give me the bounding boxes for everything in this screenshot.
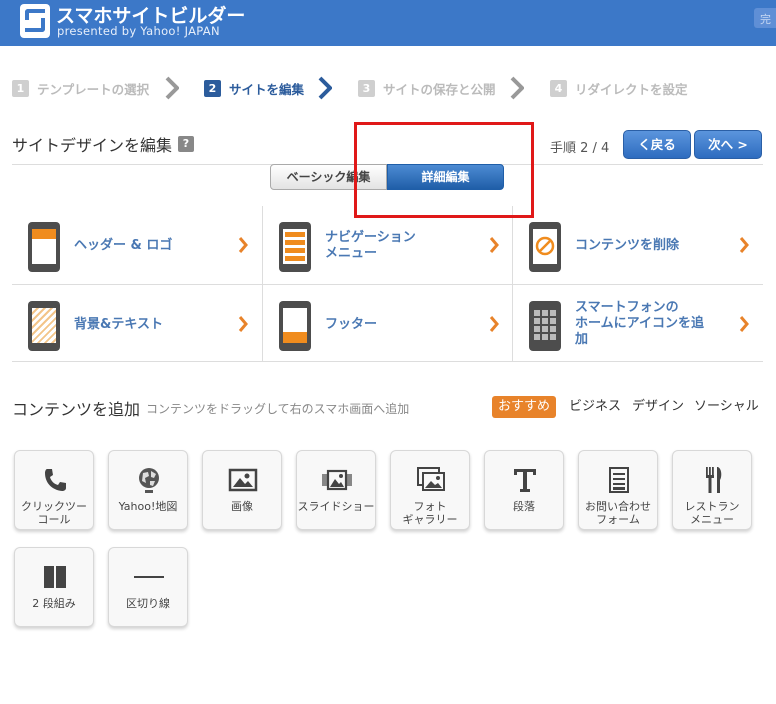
chevron-right-icon [238,237,248,253]
page-title: サイトデザインを編集 [12,136,173,155]
step-4: 4 リダイレクトを設定 [550,74,688,102]
app-logo-icon [20,4,50,38]
feature-delete-content[interactable]: コンテンツを削除 [513,206,763,284]
chevron-right-icon [739,316,749,332]
category-recommended[interactable]: おすすめ [492,396,557,418]
feature-label: ナビゲーション メニュー [325,230,416,261]
step-label: サイトの保存と公開 [383,81,496,97]
app-subtitle: presented by Yahoo! JAPAN [57,24,220,38]
tile-label: 2 段組み [32,597,76,610]
image-icon [228,468,258,492]
app-header: スマホサイトビルダー presented by Yahoo! JAPAN 完 [0,0,776,46]
tile-restaurant-menu[interactable]: レストラン メニュー [672,450,752,530]
feature-grid: ヘッダー & ロゴ ナビゲーション メニュー コンテンツを削除 背景&テキスト … [12,206,763,362]
tile-label: スライドショー [297,500,375,513]
tile-click-to-call[interactable]: クリックツー コール [14,450,94,530]
feature-footer[interactable]: フッター [263,285,513,363]
tile-image[interactable]: 画像 [202,450,282,530]
step-count: 手順 2 / 4 [550,141,610,156]
highlight-box [354,122,534,218]
step-chevron-icon [318,76,333,100]
step-number: 1 [12,79,29,97]
tile-two-column[interactable]: 2 段組み [14,547,94,627]
tile-label: クリックツー コール [21,500,87,526]
category-design[interactable]: デザイン [632,396,684,418]
chevron-right-icon [489,316,499,332]
step-label: サイトを編集 [229,81,305,97]
two-column-icon [44,566,66,588]
back-button[interactable]: く戻る [623,130,691,159]
feature-header-logo[interactable]: ヘッダー & ロゴ [12,206,262,284]
form-icon [609,467,629,493]
feature-home-icon[interactable]: スマートフォンの ホームにアイコンを追 加 [513,285,763,363]
globe-icon [139,468,159,493]
phone-background-icon [28,301,60,351]
tile-photo-gallery[interactable]: フォト ギャラリー [390,450,470,530]
text-icon [514,469,536,492]
tile-paragraph[interactable]: 段落 [484,450,564,530]
chevron-right-icon [238,316,248,332]
tile-label: 画像 [231,500,253,513]
step-3: 3 サイトの保存と公開 [358,74,496,102]
tile-slideshow[interactable]: スライドショー [296,450,376,530]
step-2: 2 サイトを編集 [204,74,304,102]
phone-app-grid-icon [529,301,561,351]
feature-label: フッター [325,317,378,332]
step-chevron-icon [165,76,180,100]
step-number: 3 [358,79,375,97]
feature-label: 背景&テキスト [74,317,163,332]
gallery-icon [417,467,445,491]
phone-delete-icon [529,222,561,272]
category-social[interactable]: ソーシャル [694,396,759,418]
tile-contact-form[interactable]: お問い合わせ フォーム [578,450,658,530]
phone-header-icon [28,222,60,272]
tile-yahoo-map[interactable]: Yahoo!地図 [108,450,188,530]
category-business[interactable]: ビジネス [569,396,621,418]
next-button[interactable]: 次へ > [694,130,762,159]
tile-label: フォト ギャラリー [402,500,458,526]
chevron-right-icon [739,237,749,253]
tile-divider[interactable]: 区切り線 [108,547,188,627]
chevron-right-icon [489,237,499,253]
help-icon[interactable]: ? [178,136,194,152]
step-number: 4 [550,79,567,97]
step-chevron-icon [510,76,525,100]
step-progress: 1 テンプレートの選択 2 サイトを編集 3 サイトの保存と公開 4 リダイレク… [0,74,776,102]
phone-footer-icon [279,301,311,351]
step-number: 2 [204,79,221,97]
tile-label: 区切り線 [126,597,170,610]
slideshow-icon [322,469,352,491]
add-content-subtitle: コンテンツをドラッグして右のスマホ画面へ追加 [146,402,410,416]
tile-label: 段落 [513,500,535,513]
phone-menu-icon [279,222,311,272]
tile-label: レストラン メニュー [684,500,740,526]
divider-icon [134,576,164,578]
feature-label: コンテンツを削除 [575,238,680,253]
cutlery-icon [706,467,722,493]
complete-button[interactable]: 完 [754,8,776,28]
feature-label: ヘッダー & ロゴ [74,238,173,253]
feature-label: スマートフォンの ホームにアイコンを追 加 [575,300,704,347]
step-label: テンプレートの選択 [37,81,150,97]
step-label: リダイレクトを設定 [575,81,688,97]
tile-label: Yahoo!地図 [118,500,178,513]
step-1: 1 テンプレートの選択 [12,74,149,102]
add-content-title: コンテンツを追加 [12,400,141,419]
phone-icon [45,469,66,491]
tile-label: お問い合わせ フォーム [585,500,651,526]
feature-background-text[interactable]: 背景&テキスト [12,285,262,363]
